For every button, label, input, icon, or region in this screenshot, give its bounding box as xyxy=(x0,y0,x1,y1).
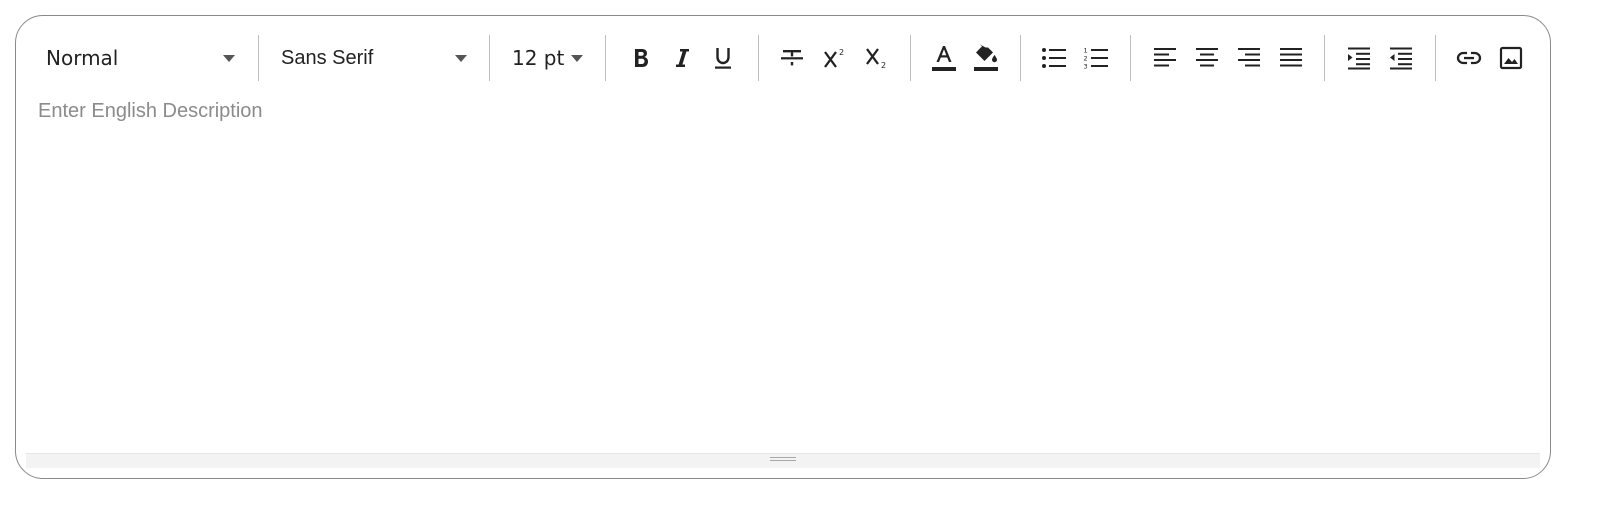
underline-button[interactable] xyxy=(704,38,742,78)
font-size-value: 12 pt xyxy=(512,46,565,70)
svg-text:2: 2 xyxy=(1084,55,1088,63)
svg-text:2: 2 xyxy=(881,61,886,70)
resize-handle[interactable] xyxy=(770,457,796,463)
superscript-button[interactable]: 2 xyxy=(816,38,854,78)
bullet-list-icon xyxy=(1042,48,1066,68)
strikethrough-button[interactable] xyxy=(773,38,811,78)
editor-content-area[interactable]: Enter English Description xyxy=(16,100,1550,456)
align-center-button[interactable] xyxy=(1188,38,1226,78)
align-justify-button[interactable] xyxy=(1272,38,1310,78)
align-left-icon xyxy=(1154,48,1176,67)
indent-icon xyxy=(1348,47,1370,70)
chevron-down-icon xyxy=(223,55,235,62)
insert-image-button[interactable] xyxy=(1492,38,1530,78)
background-color-button[interactable] xyxy=(967,38,1005,78)
subscript-icon: 2 xyxy=(866,48,886,70)
numbered-list-icon: 1 2 3 xyxy=(1084,47,1108,71)
font-size-dropdown[interactable]: 12 pt xyxy=(512,35,592,81)
grip-line xyxy=(770,460,796,461)
underline-icon xyxy=(715,48,731,69)
align-justify-icon xyxy=(1280,48,1302,67)
font-family-dropdown[interactable]: Sans Serif xyxy=(281,35,475,81)
align-left-button[interactable] xyxy=(1146,38,1184,78)
chevron-down-icon xyxy=(455,55,467,62)
toolbar-separator xyxy=(1324,35,1325,81)
toolbar-separator xyxy=(1435,35,1436,81)
ordered-list-button[interactable]: 1 2 3 xyxy=(1077,38,1115,78)
align-center-icon xyxy=(1196,48,1218,67)
svg-text:1: 1 xyxy=(1084,47,1088,55)
image-icon xyxy=(1499,46,1523,70)
superscript-icon: 2 xyxy=(824,48,844,68)
chevron-down-icon xyxy=(571,55,583,62)
toolbar-separator xyxy=(758,35,759,81)
insert-link-button[interactable] xyxy=(1450,38,1488,78)
strikethrough-icon xyxy=(781,50,803,66)
rich-text-editor: Normal Sans Serif 12 pt 2 2 1 2 3 Enter … xyxy=(15,15,1551,479)
header-format-dropdown[interactable]: Normal xyxy=(46,35,240,81)
toolbar-separator xyxy=(489,35,490,81)
font-family-value: Sans Serif xyxy=(281,46,374,69)
bullet-list-button[interactable] xyxy=(1035,38,1073,78)
link-icon xyxy=(1456,51,1482,65)
toolbar-separator xyxy=(1130,35,1131,81)
text-color-icon xyxy=(932,46,956,71)
text-color-button[interactable] xyxy=(925,38,963,78)
editor-footer xyxy=(26,453,1540,468)
header-format-value: Normal xyxy=(46,46,119,70)
grip-line xyxy=(770,457,796,458)
indent-button[interactable] xyxy=(1340,38,1378,78)
align-right-icon xyxy=(1238,48,1260,67)
svg-text:2: 2 xyxy=(839,48,844,57)
editor-placeholder: Enter English Description xyxy=(38,100,263,122)
bold-icon xyxy=(635,49,648,67)
toolbar-separator xyxy=(1020,35,1021,81)
align-right-button[interactable] xyxy=(1230,38,1268,78)
italic-button[interactable] xyxy=(663,38,701,78)
outdent-icon xyxy=(1390,47,1412,70)
fill-color-icon xyxy=(974,44,998,71)
outdent-button[interactable] xyxy=(1382,38,1420,78)
bold-button[interactable] xyxy=(622,38,660,78)
editor-toolbar: Normal Sans Serif 12 pt 2 2 1 2 3 xyxy=(16,16,1550,100)
toolbar-separator xyxy=(910,35,911,81)
italic-icon xyxy=(676,49,689,67)
toolbar-separator xyxy=(605,35,606,81)
svg-text:3: 3 xyxy=(1084,63,1088,71)
subscript-button[interactable]: 2 xyxy=(858,38,896,78)
toolbar-separator xyxy=(258,35,259,81)
